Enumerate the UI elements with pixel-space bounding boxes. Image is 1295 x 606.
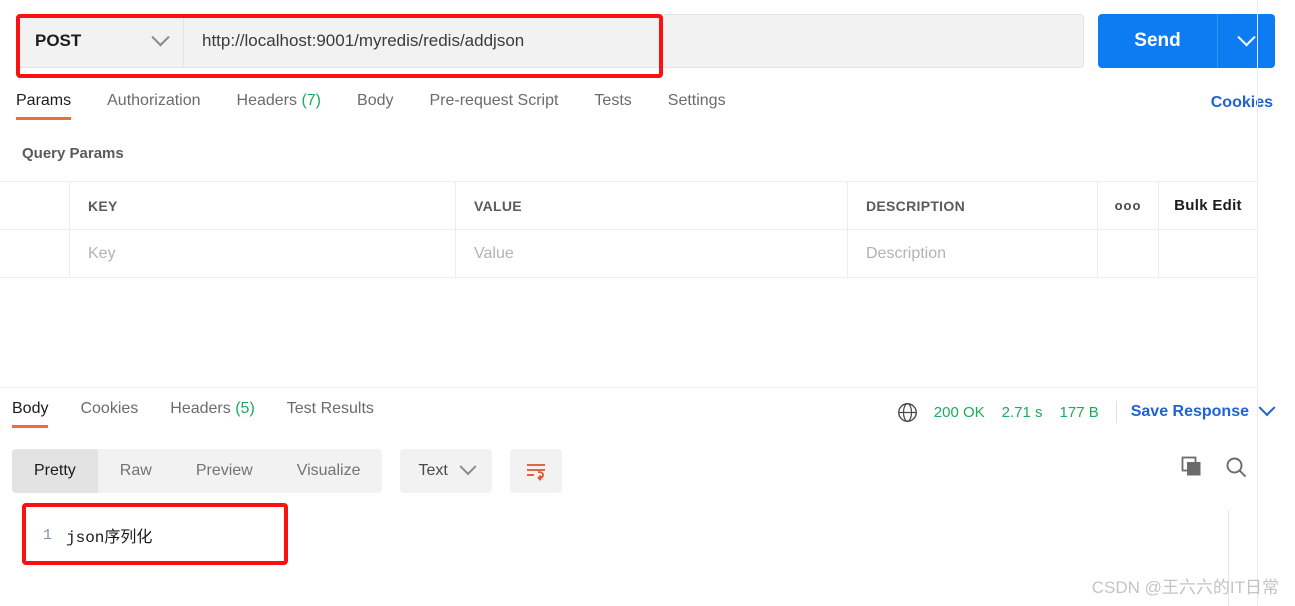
tab-headers[interactable]: Headers (7): [237, 88, 322, 120]
view-mode-raw[interactable]: Raw: [98, 449, 174, 493]
send-group: Send: [1098, 14, 1275, 68]
save-response-button[interactable]: Save Response: [1130, 399, 1276, 421]
more-options-icon[interactable]: ooo: [1115, 198, 1142, 213]
chevron-down-icon: [1258, 399, 1276, 417]
tab-label: Tests: [594, 92, 632, 109]
key-input[interactable]: Key: [70, 230, 456, 277]
tab-label: Body: [12, 400, 49, 417]
tab-label: Authorization: [107, 92, 201, 109]
tab-label: Headers: [170, 400, 231, 417]
response-body-viewer[interactable]: 1 json序列化: [0, 503, 1257, 606]
bulk-edit-button[interactable]: Bulk Edit: [1174, 197, 1242, 214]
wrap-lines-icon: [526, 464, 545, 481]
view-mode-preview[interactable]: Preview: [174, 449, 275, 493]
response-tab-bar: Body Cookies Headers (5) Test Results: [0, 396, 406, 428]
response-tab-test-results[interactable]: Test Results: [287, 396, 374, 428]
line-content: json序列化: [66, 529, 153, 547]
request-tab-bar: Params Authorization Headers (7) Body Pr…: [0, 88, 1257, 130]
view-mode-pretty[interactable]: Pretty: [12, 449, 98, 493]
send-button[interactable]: Send: [1098, 14, 1217, 68]
request-url-bar: POST http://localhost:9001/myredis/redis…: [16, 14, 1279, 70]
query-params-label: Query Params: [22, 145, 124, 162]
tab-label: Pre-request Script: [429, 92, 559, 109]
tab-pre-request-script[interactable]: Pre-request Script: [429, 88, 558, 120]
copy-icon[interactable]: [1181, 456, 1203, 478]
row-actions-cell: [1159, 230, 1257, 277]
header-cell-select: [0, 182, 70, 229]
send-options-button[interactable]: [1217, 14, 1275, 68]
view-mode-group: Pretty Raw Preview Visualize: [12, 449, 383, 493]
table-row: Key Value Description: [0, 230, 1257, 278]
tab-label: Test Results: [286, 400, 374, 417]
status-divider: [1115, 401, 1117, 423]
format-label: Text: [418, 462, 448, 479]
globe-icon[interactable]: [897, 402, 918, 423]
header-cell-key: KEY: [70, 182, 456, 229]
header-cell-description: DESCRIPTION: [848, 182, 1098, 229]
panel-right-edge: [1257, 0, 1258, 606]
cookies-link[interactable]: Cookies: [1211, 94, 1273, 112]
response-status-bar: 200 OK 2.71 s 177 B Save Response: [897, 398, 1276, 426]
http-method-select[interactable]: POST: [17, 15, 184, 67]
response-tab-body[interactable]: Body: [12, 396, 49, 428]
row-options-cell: [1098, 230, 1159, 277]
response-tab-headers[interactable]: Headers (5): [170, 396, 255, 428]
save-response-label: Save Response: [1130, 403, 1249, 420]
line-number: 1: [42, 526, 52, 544]
code-line: 1 json序列化: [0, 503, 1257, 555]
tab-label: Settings: [667, 92, 726, 109]
tab-authorization[interactable]: Authorization: [107, 88, 200, 120]
response-actions: [1181, 456, 1247, 478]
response-size[interactable]: 177 B: [1060, 404, 1099, 421]
tab-label: Params: [16, 92, 72, 109]
chevron-down-icon: [1237, 27, 1256, 46]
tab-tests[interactable]: Tests: [594, 88, 631, 120]
chevron-down-icon: [459, 458, 477, 476]
response-tab-cookies[interactable]: Cookies: [80, 396, 138, 428]
description-input[interactable]: Description: [848, 230, 1098, 277]
tab-count: (5): [235, 400, 255, 417]
wrap-lines-button[interactable]: [509, 449, 562, 493]
bulk-edit-cell[interactable]: Bulk Edit: [1159, 182, 1257, 229]
tab-count: (7): [301, 92, 322, 109]
query-params-table: KEY VALUE DESCRIPTION ooo Bulk Edit Key …: [0, 181, 1257, 278]
table-header-row: KEY VALUE DESCRIPTION ooo Bulk Edit: [0, 182, 1257, 230]
tab-label: Cookies: [80, 400, 139, 417]
value-input[interactable]: Value: [456, 230, 848, 277]
url-group: POST http://localhost:9001/myredis/redis…: [16, 14, 1084, 68]
row-select-cell[interactable]: [0, 230, 70, 277]
header-cell-value: VALUE: [456, 182, 848, 229]
response-time[interactable]: 2.71 s: [1002, 404, 1043, 421]
url-input[interactable]: http://localhost:9001/myredis/redis/addj…: [184, 15, 1083, 67]
view-mode-visualize[interactable]: Visualize: [275, 449, 383, 493]
watermark: CSDN @王六六的IT日常: [1091, 578, 1279, 597]
tab-body[interactable]: Body: [357, 88, 393, 120]
http-method-label: POST: [35, 31, 82, 50]
format-select[interactable]: Text: [400, 449, 492, 493]
pane-divider[interactable]: [0, 387, 1257, 388]
chevron-down-icon: [151, 27, 170, 46]
tab-label: Headers: [236, 92, 297, 109]
tab-params[interactable]: Params: [16, 88, 72, 120]
status-code[interactable]: 200 OK: [934, 404, 985, 421]
table-options-cell[interactable]: ooo: [1098, 182, 1159, 229]
search-icon[interactable]: [1225, 456, 1247, 478]
tab-settings[interactable]: Settings: [668, 88, 726, 120]
response-body-toolbar: Pretty Raw Preview Visualize Text: [12, 449, 562, 493]
tab-label: Body: [357, 92, 394, 109]
